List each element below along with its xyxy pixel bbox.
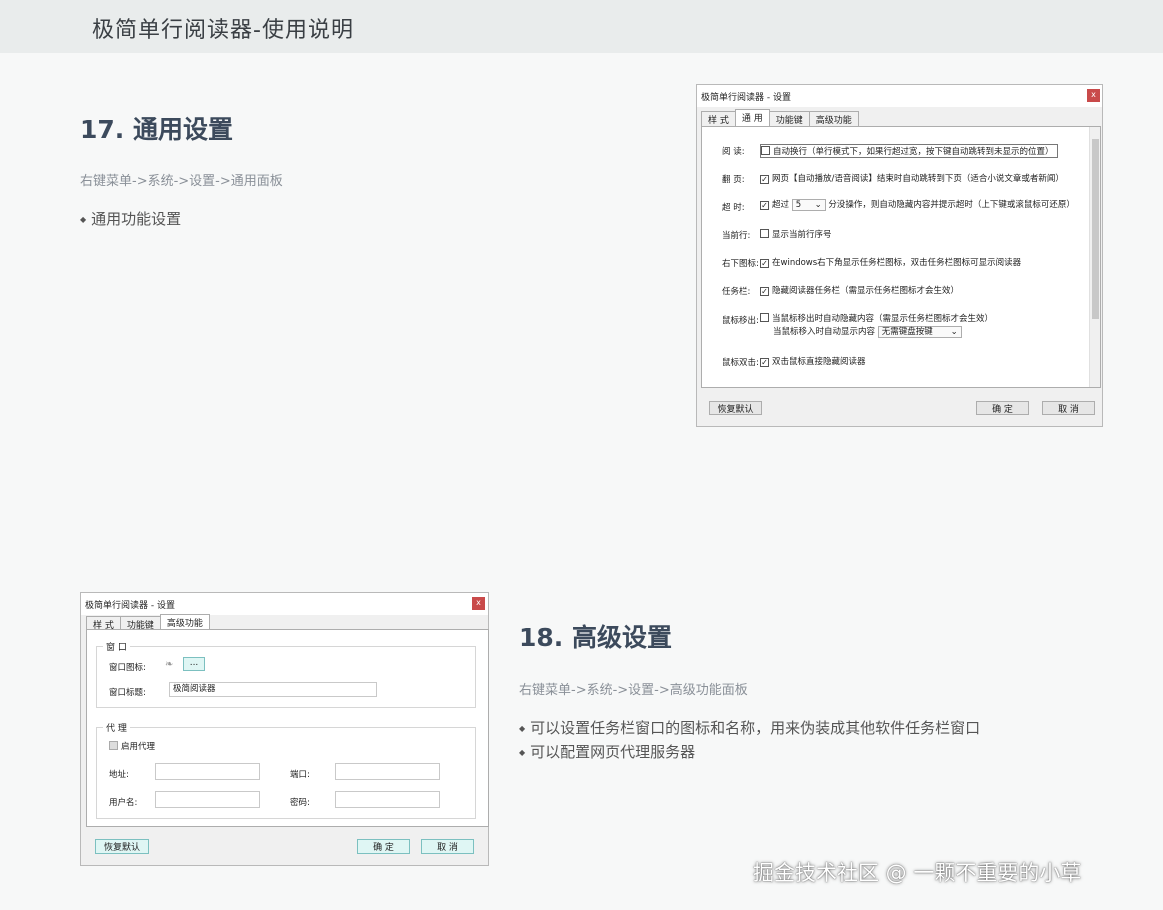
checkbox-checked-icon[interactable]	[760, 358, 769, 367]
chevron-down-icon: ⌄	[814, 199, 822, 210]
ok-button[interactable]: 确 定	[357, 839, 410, 854]
mouse-in-text: 当鼠标移入时自动显示内容	[773, 327, 876, 337]
row-mouse-out-text: 当鼠标移出时自动隐藏内容（需显示任务栏图标才会生效）	[772, 314, 994, 324]
settings-dialog-general: 极简单行阅读器 - 设置 x 样 式 通 用 功能键 高级功能 阅 读: 自动换…	[696, 84, 1103, 427]
dialog-title: 极简单行阅读器 - 设置	[85, 601, 175, 611]
section-18-title: 18. 高级设置	[519, 623, 672, 652]
close-icon[interactable]: x	[1087, 89, 1100, 102]
row-label-double-click: 鼠标双击:	[722, 358, 759, 368]
proxy-user-input[interactable]	[155, 791, 260, 808]
cancel-button[interactable]: 取 消	[1042, 401, 1095, 415]
section-18-path: 右键菜单->系统->设置->高级功能面板	[519, 683, 748, 698]
timeout-value: 5	[795, 199, 802, 210]
feather-icon: ❧	[165, 659, 174, 670]
section-18-bullet-1: 可以设置任务栏窗口的图标和名称，用来伪装成其他软件任务栏窗口	[519, 717, 980, 738]
checkbox-checked-icon[interactable]	[760, 201, 769, 210]
row-mouse-in: 当鼠标移入时自动显示内容 无需键盘按键 ⌄	[773, 325, 962, 338]
row-current-line-text: 显示当前行序号	[772, 230, 832, 240]
proxy-group: 代 理 启用代理 地址: 端口: 用户名: 密码:	[96, 721, 476, 819]
browse-icon-button[interactable]: ...	[183, 657, 205, 671]
proxy-password-input[interactable]	[335, 791, 440, 808]
section-17-title: 17. 通用设置	[80, 115, 233, 144]
proxy-user-label: 用户名:	[109, 798, 138, 808]
section-18-bullet-2: 可以配置网页代理服务器	[519, 741, 695, 762]
row-taskbar-text: 隐藏阅读器任务栏（需显示任务栏图标才会生效）	[772, 286, 960, 296]
dialog-titlebar: 极简单行阅读器 - 设置 x	[697, 85, 1102, 107]
general-panel: 阅 读: 自动换行（单行模式下，如果行超过宽，按下键自动跳转到未显示的位置） 翻…	[701, 126, 1101, 388]
cancel-button[interactable]: 取 消	[421, 839, 474, 854]
row-timeout[interactable]: 超过 5 ⌄ 分没操作，则自动隐藏内容并提示超时（上下键或滚鼠标可还原）	[760, 198, 1075, 211]
timeout-prefix: 超过	[772, 200, 790, 210]
row-label-taskbar: 任务栏:	[722, 287, 751, 297]
settings-dialog-advanced: 极简单行阅读器 - 设置 x 样 式 功能键 高级功能 窗 口 窗口图标: ❧ …	[80, 592, 489, 866]
window-icon-label: 窗口图标:	[109, 663, 146, 673]
proxy-port-input[interactable]	[335, 763, 440, 780]
section-17-path: 右键菜单->系统->设置->通用面板	[80, 174, 283, 189]
row-current-line[interactable]: 显示当前行序号	[760, 228, 832, 240]
restore-defaults-button[interactable]: 恢复默认	[95, 839, 149, 854]
row-tray-icon-text: 在windows右下角显示任务栏图标，双击任务栏图标可显示阅读器	[772, 258, 1022, 268]
close-icon[interactable]: x	[472, 597, 485, 610]
mouse-in-value: 无需键盘按键	[881, 326, 933, 337]
section-17-bullet: 通用功能设置	[80, 208, 181, 229]
checkbox-icon[interactable]	[760, 229, 769, 238]
window-caption-input[interactable]: 极简阅读器	[169, 682, 377, 697]
proxy-group-label: 代 理	[103, 721, 130, 734]
ok-button[interactable]: 确 定	[976, 401, 1029, 415]
enable-proxy-checkbox[interactable]: 启用代理	[109, 740, 155, 752]
row-double-click[interactable]: 双击鼠标直接隐藏阅读器	[760, 355, 866, 367]
scrollbar-thumb[interactable]	[1092, 139, 1099, 319]
row-label-mouse-out: 鼠标移出:	[722, 316, 759, 326]
advanced-panel: 窗 口 窗口图标: ❧ ... 窗口标题: 极简阅读器 代 理 启用代理 地址:…	[86, 629, 489, 827]
scrollbar[interactable]	[1089, 127, 1100, 387]
watermark: 掘金技术社区 @ 一颗不重要的小草	[753, 861, 1082, 885]
page-title: 极简单行阅读器-使用说明	[92, 18, 354, 43]
row-timeout-text: 分没操作，则自动隐藏内容并提示超时（上下键或滚鼠标可还原）	[828, 200, 1075, 210]
row-label-tray-icon: 右下图标:	[722, 259, 759, 269]
restore-defaults-button[interactable]: 恢复默认	[709, 401, 762, 415]
chevron-down-icon: ⌄	[950, 326, 958, 337]
row-double-click-text: 双击鼠标直接隐藏阅读器	[772, 357, 866, 367]
tab-style[interactable]: 样 式	[701, 111, 736, 126]
window-group: 窗 口 窗口图标: ❧ ... 窗口标题: 极简阅读器	[96, 640, 476, 708]
row-label-timeout: 超 时:	[722, 203, 745, 213]
mouse-in-select[interactable]: 无需键盘按键 ⌄	[877, 325, 962, 338]
checkbox-icon[interactable]	[109, 741, 118, 750]
checkbox-icon[interactable]	[760, 313, 769, 322]
row-label-read: 阅 读:	[722, 147, 745, 157]
dialog-title: 极简单行阅读器 - 设置	[701, 93, 791, 103]
proxy-password-label: 密码:	[290, 798, 310, 808]
row-page[interactable]: 网页【自动播放/语音阅读】结束时自动跳转到下页（适合小说文章或者新闻）	[760, 172, 1064, 184]
row-mouse-out[interactable]: 当鼠标移出时自动隐藏内容（需显示任务栏图标才会生效）	[760, 312, 993, 324]
window-caption-label: 窗口标题:	[109, 688, 146, 698]
row-taskbar[interactable]: 隐藏阅读器任务栏（需显示任务栏图标才会生效）	[760, 284, 959, 296]
proxy-address-label: 地址:	[109, 770, 129, 780]
row-read[interactable]: 自动换行（单行模式下，如果行超过宽，按下键自动跳转到未显示的位置）	[760, 144, 1058, 158]
row-read-text: 自动换行（单行模式下，如果行超过宽，按下键自动跳转到未显示的位置）	[773, 147, 1054, 157]
dialog-titlebar: 极简单行阅读器 - 设置 x	[81, 593, 488, 615]
proxy-address-input[interactable]	[155, 763, 260, 780]
checkbox-checked-icon[interactable]	[760, 175, 769, 184]
row-page-text: 网页【自动播放/语音阅读】结束时自动跳转到下页（适合小说文章或者新闻）	[772, 174, 1064, 184]
proxy-port-label: 端口:	[290, 770, 310, 780]
row-tray-icon[interactable]: 在windows右下角显示任务栏图标，双击任务栏图标可显示阅读器	[760, 256, 1021, 268]
tab-advanced[interactable]: 高级功能	[808, 111, 859, 126]
enable-proxy-label: 启用代理	[121, 742, 156, 752]
tab-general[interactable]: 通 用	[734, 109, 770, 126]
header-bar: 极简单行阅读器-使用说明	[0, 0, 1163, 53]
row-label-current-line: 当前行:	[722, 231, 751, 241]
row-label-page: 翻 页:	[722, 175, 745, 185]
checkbox-icon[interactable]	[761, 146, 770, 155]
window-group-label: 窗 口	[103, 640, 130, 653]
timeout-select[interactable]: 5 ⌄	[791, 198, 826, 211]
tab-hotkeys[interactable]: 功能键	[768, 111, 810, 126]
checkbox-checked-icon[interactable]	[760, 287, 769, 296]
checkbox-checked-icon[interactable]	[760, 259, 769, 268]
